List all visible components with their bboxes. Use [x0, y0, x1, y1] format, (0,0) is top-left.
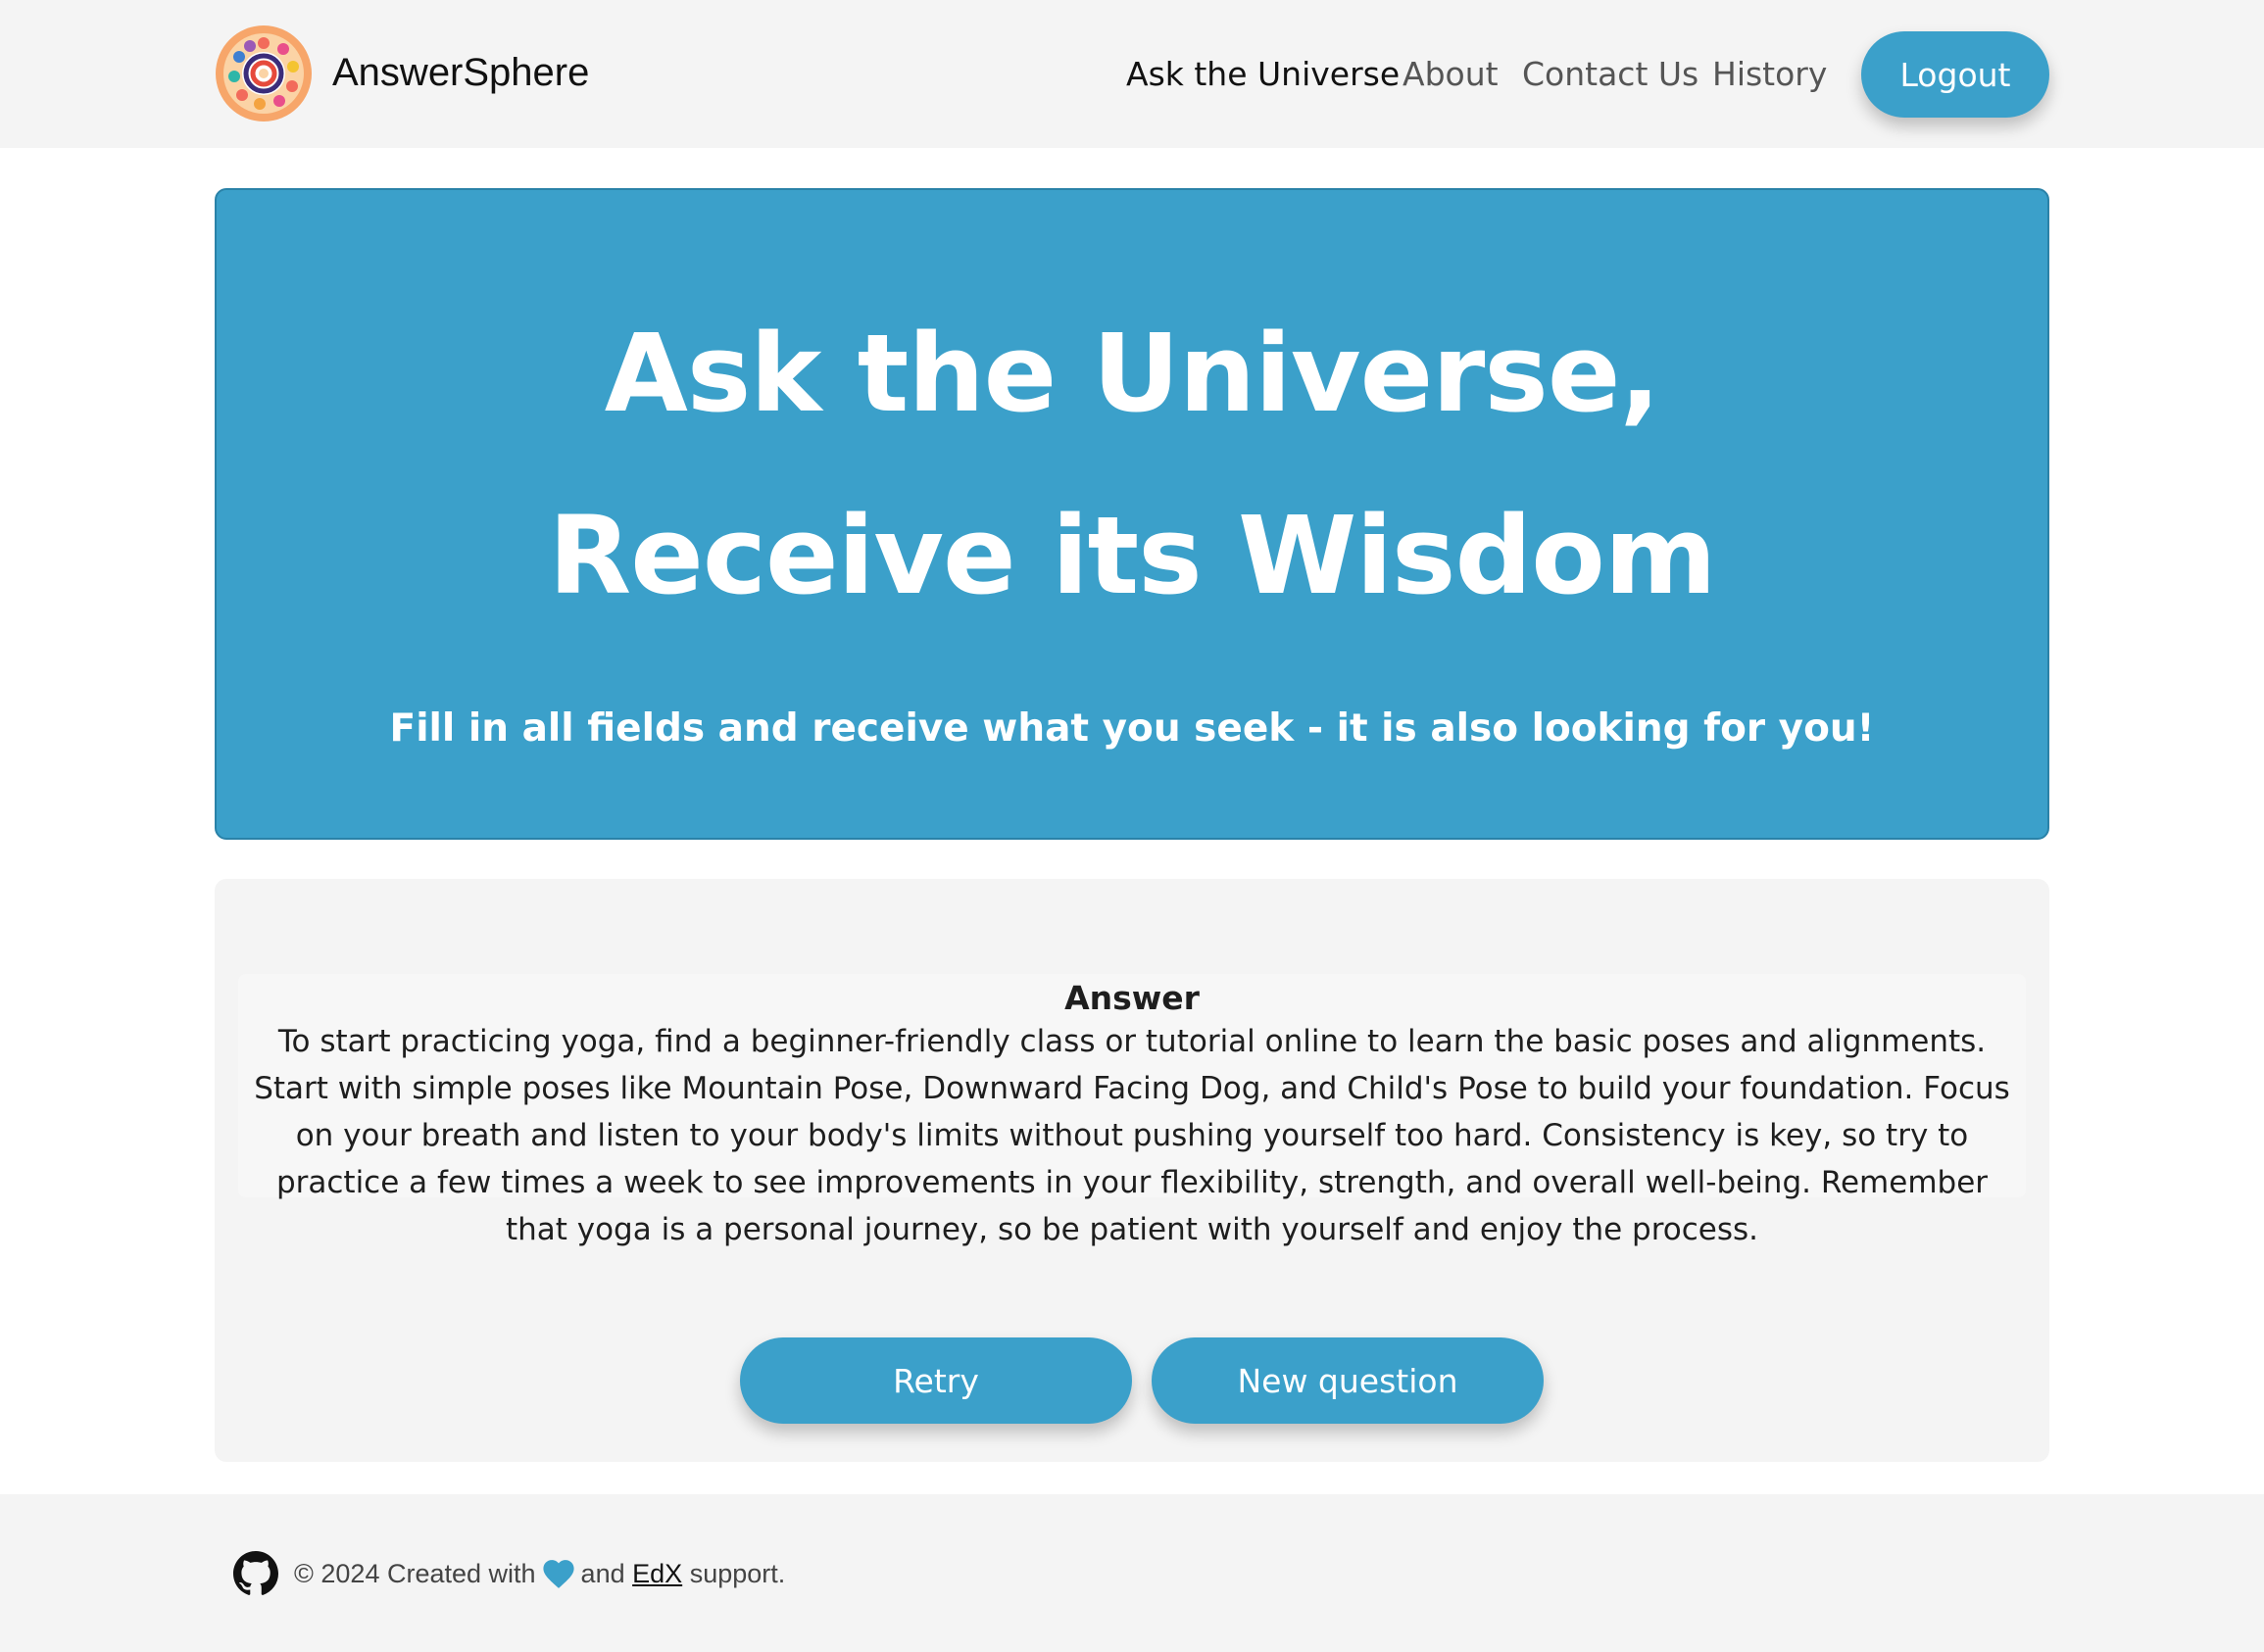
footer-text-before: © 2024 Created with — [294, 1559, 536, 1588]
hero-title-line-1: Ask the Universe, — [604, 311, 1661, 436]
hero-title: Ask the Universe, Receive its Wisdom — [217, 282, 2047, 647]
nav-contact-us[interactable]: Contact Us — [1522, 49, 1698, 100]
answer-heading: Answer — [1064, 979, 1200, 1017]
nav-about[interactable]: About — [1403, 49, 1499, 100]
github-icon[interactable] — [233, 1551, 278, 1596]
logout-button[interactable]: Logout — [1861, 31, 2049, 118]
heart-icon — [542, 1560, 574, 1588]
mandala-logo-icon[interactable] — [215, 24, 313, 122]
nav-history[interactable]: History — [1712, 49, 1827, 100]
hero-title-line-2: Receive its Wisdom — [548, 493, 1717, 618]
hero-subtitle: Fill in all fields and receive what you … — [389, 706, 1875, 751]
nav-ask-the-universe[interactable]: Ask the Universe — [1126, 49, 1400, 100]
footer-credit: © 2024 Created with and EdX support. — [294, 1553, 785, 1594]
brand-name[interactable]: AnswerSphere — [332, 47, 589, 98]
top-header: AnswerSphere Ask the Universe About Cont… — [0, 0, 2264, 148]
answer-box: Answer To start practicing yoga, find a … — [238, 974, 2026, 1247]
footer: © 2024 Created with and EdX support. — [0, 1494, 2264, 1652]
new-question-button[interactable]: New question — [1152, 1337, 1544, 1424]
retry-button[interactable]: Retry — [740, 1337, 1132, 1424]
hero-banner: Ask the Universe, Receive its Wisdom Fil… — [215, 188, 2049, 840]
answer-card: Answer To start practicing yoga, find a … — [215, 879, 2049, 1462]
footer-text-and: and — [580, 1559, 625, 1588]
footer-text-after: support. — [689, 1559, 786, 1588]
edx-link[interactable]: EdX — [632, 1553, 682, 1594]
answer-text: To start practicing yoga, find a beginne… — [254, 1024, 2010, 1247]
